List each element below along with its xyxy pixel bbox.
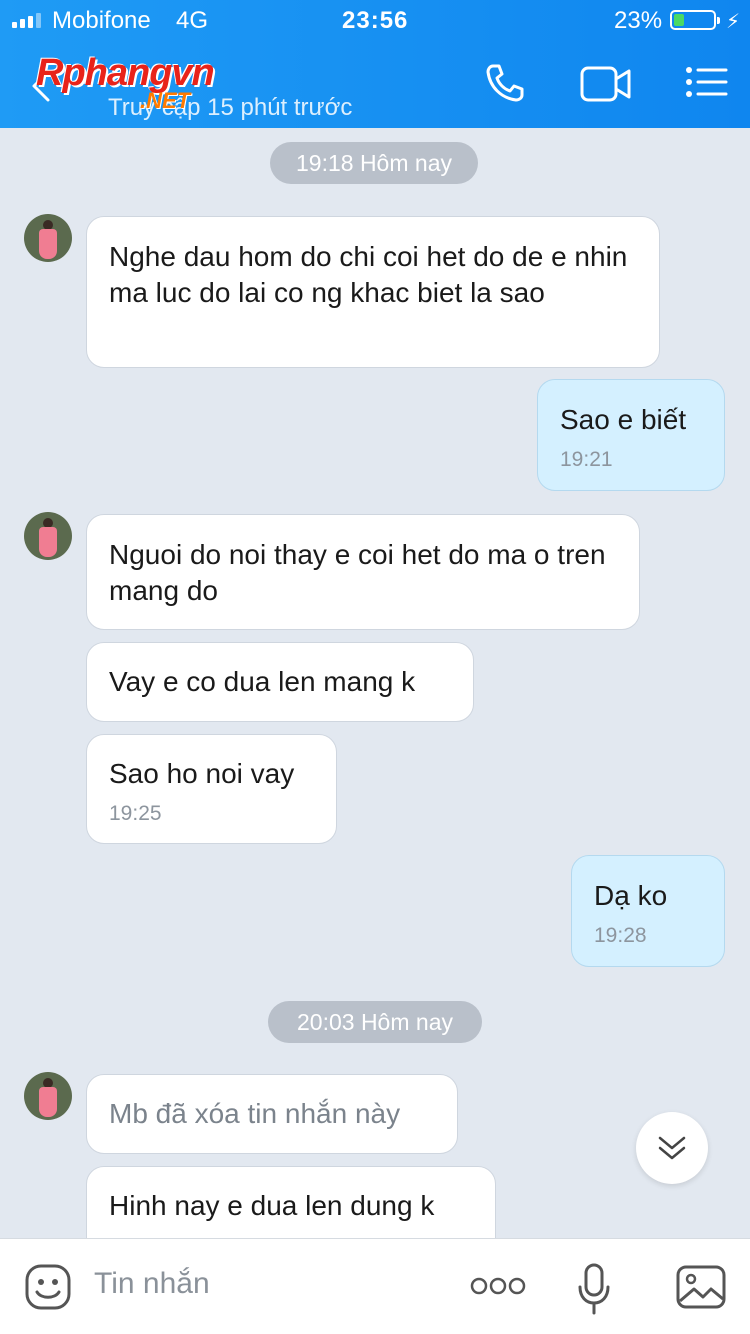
message-time: 19:25 — [109, 802, 162, 825]
video-camera-icon[interactable] — [580, 62, 632, 106]
more-dots-icon[interactable] — [470, 1273, 526, 1299]
battery-icon — [670, 10, 720, 30]
date-separator: 20:03 Hôm nay — [268, 1001, 482, 1043]
message-text: Nghe dau hom do chi coi het do de e nhin… — [109, 241, 628, 308]
message-time: 19:21 — [560, 448, 613, 471]
date-separator: 19:18 Hôm nay — [270, 142, 478, 184]
charging-bolt-icon: ⚡ — [726, 11, 741, 33]
deleted-message[interactable]: Mb đã xóa tin nhắn này — [86, 1074, 458, 1154]
message-text: Nguoi do noi thay e coi het do ma o tren… — [109, 539, 606, 606]
status-bar: Mobifone 4G 23:56 23% ⚡ — [0, 0, 750, 40]
contact-avatar[interactable] — [24, 512, 72, 560]
carrier-name: Mobifone — [52, 7, 151, 34]
status-clock: 23:56 — [342, 7, 409, 34]
scroll-to-bottom-button[interactable] — [636, 1112, 708, 1184]
emoji-icon[interactable] — [24, 1263, 72, 1311]
message-time: 19:28 — [594, 924, 647, 947]
incoming-message[interactable]: Sao ho noi vay 19:25 — [86, 734, 337, 844]
incoming-message[interactable]: Nghe dau hom do chi coi het do de e nhin… — [86, 216, 660, 368]
message-input-bar: Tin nhắn — [0, 1238, 750, 1334]
message-input[interactable]: Tin nhắn — [94, 1267, 210, 1301]
outgoing-message[interactable]: Dạ ko 19:28 — [571, 855, 725, 967]
battery-percent: 23% — [614, 7, 663, 34]
outgoing-message[interactable]: Sao e biết 19:21 — [537, 379, 725, 491]
microphone-icon[interactable] — [576, 1263, 612, 1315]
message-text: Sao e biết — [560, 404, 687, 435]
message-text: Vay e co dua len mang k — [109, 666, 416, 697]
message-text: Sao ho noi vay — [109, 758, 295, 789]
contact-avatar[interactable] — [24, 1072, 72, 1120]
contact-avatar[interactable] — [24, 214, 72, 262]
network-type: 4G — [176, 7, 209, 34]
phone-icon[interactable] — [484, 62, 526, 104]
message-text: Hinh nay e dua len dung k — [109, 1190, 435, 1221]
incoming-message[interactable]: Vay e co dua len mang k — [86, 642, 474, 722]
message-text: Dạ ko — [594, 880, 668, 911]
menu-list-icon[interactable] — [684, 62, 728, 102]
signal-icon — [12, 12, 41, 28]
message-text: Mb đã xóa tin nhắn này — [109, 1098, 401, 1129]
image-icon[interactable] — [676, 1265, 726, 1309]
watermark-logo-sub: .NET — [140, 88, 191, 113]
incoming-message[interactable]: Nguoi do noi thay e coi het do ma o tren… — [86, 514, 640, 630]
double-chevron-down-icon — [658, 1136, 686, 1160]
chat-header: Mobifone 4G 23:56 23% ⚡ Truy cập 15 phút… — [0, 0, 750, 128]
